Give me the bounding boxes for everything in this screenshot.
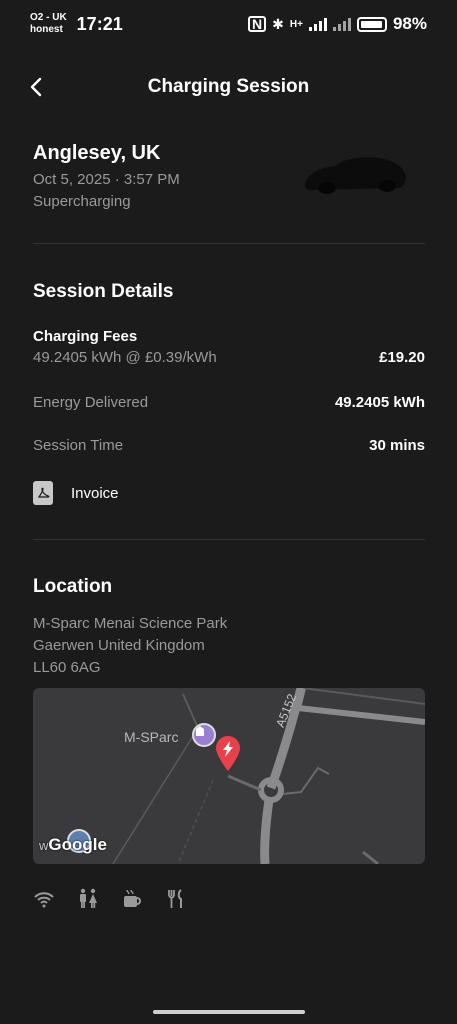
coffee-icon xyxy=(121,888,143,910)
location-map[interactable]: M-SParc A5152 wGoogle xyxy=(33,688,425,864)
charging-fees-row: 49.2405 kWh @ £0.39/kWh £19.20 xyxy=(33,349,425,366)
google-attribution-prefix: w xyxy=(39,838,49,853)
section-title-session-details: Session Details xyxy=(33,281,174,302)
page-title: Charging Session xyxy=(147,76,310,97)
map-place-marker[interactable] xyxy=(192,723,216,747)
map-pin-icon[interactable] xyxy=(215,736,241,772)
battery-fill xyxy=(360,20,383,28)
session-summary: Anglesey, UK Oct 5, 2025 · 3:57 PM Super… xyxy=(33,142,425,210)
section-title-location: Location xyxy=(33,576,113,597)
google-attribution-text: Google xyxy=(48,835,107,854)
energy-delivered-row: Energy Delivered 49.2405 kWh xyxy=(33,394,425,411)
divider xyxy=(33,243,425,244)
charging-fees-title: Charging Fees xyxy=(33,328,138,345)
restaurant-icon xyxy=(165,888,187,910)
map-place-label: M-SParc xyxy=(124,729,179,745)
car-image xyxy=(304,157,406,194)
wifi-icon xyxy=(33,888,55,910)
home-indicator[interactable] xyxy=(153,1010,305,1014)
nav-bar: Charging Session xyxy=(0,66,457,110)
status-bar: O2 - UK honest 17:21 N ✱ H+ 98% xyxy=(0,0,457,48)
battery-icon xyxy=(356,16,387,32)
network-type: H+ xyxy=(289,18,303,30)
session-time-value: 30 mins xyxy=(369,437,425,454)
address-line-2: Gaerwen United Kingdom xyxy=(33,637,205,654)
address-line-3: LL60 6AG xyxy=(33,659,101,676)
address-line-1: M-Sparc Menai Science Park xyxy=(33,615,228,632)
divider xyxy=(33,539,425,540)
clock: 17:21 xyxy=(76,13,123,34)
carrier-subname: honest xyxy=(30,24,63,35)
invoice-label: Invoice xyxy=(71,484,119,502)
battery-percent: 98% xyxy=(392,14,427,33)
charging-fees-total: £19.20 xyxy=(379,349,425,366)
location-address: M-Sparc Menai Science Park Gaerwen Unite… xyxy=(33,613,227,679)
bluetooth-icon: ✱ xyxy=(272,15,284,32)
session-time-label: Session Time xyxy=(33,437,124,454)
nfc-icon: N xyxy=(248,16,267,32)
google-attribution: wGoogle xyxy=(39,835,107,855)
signal-icon xyxy=(308,17,327,31)
amenities-list xyxy=(33,888,187,910)
energy-delivered-label: Energy Delivered xyxy=(33,394,149,411)
energy-delivered-value: 49.2405 kWh xyxy=(334,394,425,411)
carrier-name: O2 - UK xyxy=(30,12,67,23)
session-time-row: Session Time 30 mins xyxy=(33,437,425,454)
restrooms-icon xyxy=(77,888,99,910)
charging-fees-rate: 49.2405 kWh @ £0.39/kWh xyxy=(33,349,217,366)
carrier: O2 - UK honest xyxy=(30,12,67,36)
signal-icon-secondary xyxy=(332,17,351,31)
invoice-button[interactable]: Invoice xyxy=(33,481,119,505)
pdf-icon xyxy=(33,481,53,505)
building-icon xyxy=(196,726,204,736)
status-icons: N ✱ H+ 98% xyxy=(248,14,427,34)
